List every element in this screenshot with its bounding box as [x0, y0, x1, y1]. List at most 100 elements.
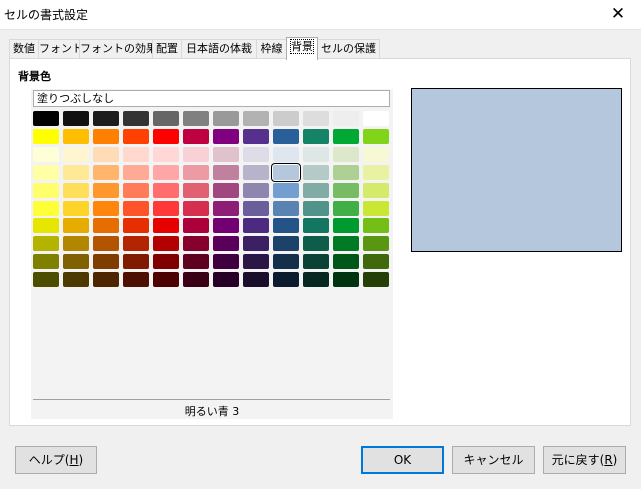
color-swatch[interactable] — [333, 147, 359, 162]
color-swatch[interactable] — [93, 272, 119, 287]
color-swatch[interactable] — [63, 111, 89, 126]
color-swatch[interactable] — [93, 183, 119, 198]
tab-asian-typography[interactable]: 日本語の体裁 — [181, 39, 257, 59]
color-swatch[interactable] — [243, 272, 269, 287]
color-swatch[interactable] — [363, 147, 389, 162]
color-swatch[interactable] — [183, 147, 209, 162]
color-swatch[interactable] — [363, 165, 389, 180]
color-swatch[interactable] — [33, 147, 59, 162]
color-swatch[interactable] — [63, 272, 89, 287]
color-swatch[interactable] — [243, 254, 269, 269]
color-swatch[interactable] — [303, 201, 329, 216]
color-swatch[interactable] — [363, 201, 389, 216]
color-swatch[interactable] — [213, 147, 239, 162]
color-swatch[interactable] — [123, 201, 149, 216]
color-swatch[interactable] — [273, 201, 299, 216]
color-swatch[interactable] — [93, 165, 119, 180]
color-swatch[interactable] — [123, 147, 149, 162]
color-swatch[interactable] — [333, 111, 359, 126]
color-swatch[interactable] — [213, 272, 239, 287]
color-swatch[interactable] — [333, 183, 359, 198]
color-swatch[interactable] — [183, 165, 209, 180]
color-swatch[interactable] — [123, 272, 149, 287]
color-swatch[interactable] — [153, 183, 179, 198]
color-swatch[interactable] — [333, 236, 359, 251]
color-swatch[interactable] — [183, 111, 209, 126]
tab-borders[interactable]: 枠線 — [256, 39, 287, 59]
color-swatch[interactable] — [303, 183, 329, 198]
color-swatch[interactable] — [243, 201, 269, 216]
color-swatch[interactable] — [363, 183, 389, 198]
color-swatch[interactable] — [243, 236, 269, 251]
color-swatch[interactable] — [33, 129, 59, 144]
color-swatch[interactable] — [273, 111, 299, 126]
color-swatch[interactable] — [153, 165, 179, 180]
color-swatch[interactable] — [273, 129, 299, 144]
color-swatch[interactable] — [213, 236, 239, 251]
color-swatch[interactable] — [333, 201, 359, 216]
color-swatch[interactable] — [273, 165, 299, 180]
color-swatch[interactable] — [303, 147, 329, 162]
color-swatch[interactable] — [123, 183, 149, 198]
no-fill-option[interactable]: 塗りつぶしなし — [33, 90, 390, 107]
color-swatch[interactable] — [153, 111, 179, 126]
color-swatch[interactable] — [273, 254, 299, 269]
ok-button[interactable]: OK — [361, 446, 444, 474]
color-swatch[interactable] — [33, 272, 59, 287]
color-swatch[interactable] — [243, 129, 269, 144]
color-swatch[interactable] — [123, 236, 149, 251]
color-swatch[interactable] — [213, 254, 239, 269]
color-swatch[interactable] — [303, 129, 329, 144]
color-swatch[interactable] — [363, 236, 389, 251]
color-swatch[interactable] — [153, 147, 179, 162]
color-swatch[interactable] — [63, 254, 89, 269]
color-swatch[interactable] — [273, 183, 299, 198]
color-swatch[interactable] — [33, 218, 59, 233]
color-swatch[interactable] — [93, 111, 119, 126]
color-swatch[interactable] — [333, 129, 359, 144]
color-swatch[interactable] — [63, 201, 89, 216]
color-swatch[interactable] — [93, 201, 119, 216]
color-swatch[interactable] — [273, 236, 299, 251]
color-swatch[interactable] — [243, 183, 269, 198]
color-swatch[interactable] — [153, 272, 179, 287]
color-swatch[interactable] — [63, 147, 89, 162]
color-swatch[interactable] — [33, 254, 59, 269]
color-swatch[interactable] — [183, 236, 209, 251]
color-swatch[interactable] — [213, 111, 239, 126]
color-swatch[interactable] — [123, 218, 149, 233]
tab-numbers[interactable]: 数値 — [9, 39, 39, 59]
color-swatch[interactable] — [243, 165, 269, 180]
color-swatch[interactable] — [153, 129, 179, 144]
color-swatch[interactable] — [213, 183, 239, 198]
color-swatch[interactable] — [63, 129, 89, 144]
close-button[interactable]: ✕ — [595, 0, 641, 30]
tab-background[interactable]: 背景 — [286, 37, 318, 60]
color-swatch[interactable] — [33, 183, 59, 198]
tab-font[interactable]: フォント — [38, 39, 83, 59]
color-swatch[interactable] — [153, 254, 179, 269]
color-swatch[interactable] — [63, 218, 89, 233]
color-swatch[interactable] — [243, 218, 269, 233]
color-swatch[interactable] — [153, 218, 179, 233]
color-swatch[interactable] — [153, 201, 179, 216]
color-swatch[interactable] — [63, 236, 89, 251]
color-swatch[interactable] — [333, 272, 359, 287]
color-swatch[interactable] — [183, 272, 209, 287]
color-swatch[interactable] — [363, 218, 389, 233]
tab-alignment[interactable]: 配置 — [152, 39, 182, 59]
color-swatch[interactable] — [33, 165, 59, 180]
color-swatch[interactable] — [303, 218, 329, 233]
color-swatch[interactable] — [93, 147, 119, 162]
color-swatch[interactable] — [303, 111, 329, 126]
color-swatch[interactable] — [213, 201, 239, 216]
color-swatch[interactable] — [363, 129, 389, 144]
color-swatch[interactable] — [93, 254, 119, 269]
tab-cell-protection[interactable]: セルの保護 — [317, 39, 380, 59]
color-swatch[interactable] — [243, 111, 269, 126]
color-swatch[interactable] — [243, 147, 269, 162]
color-swatch[interactable] — [273, 147, 299, 162]
color-swatch[interactable] — [363, 111, 389, 126]
color-swatch[interactable] — [153, 236, 179, 251]
color-swatch[interactable] — [93, 218, 119, 233]
